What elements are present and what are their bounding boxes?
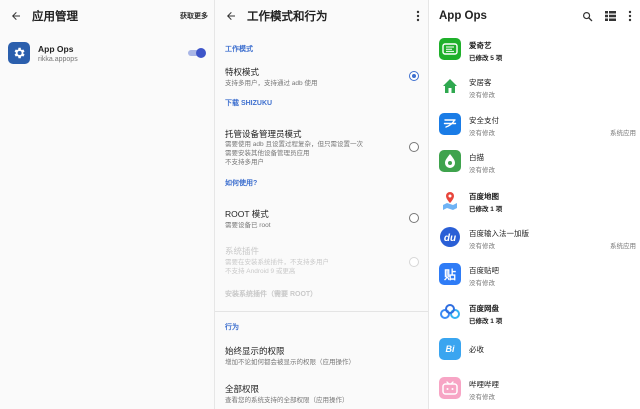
device-admin-line3: 不支持多用户	[225, 159, 264, 166]
app-name: App Ops	[38, 44, 74, 54]
system-app-tag: 系统应用	[610, 243, 636, 250]
app-row-baidu-input[interactable]: du 百度输入法一加版 没有修改 系统应用	[429, 219, 640, 255]
more-vert-icon[interactable]	[416, 10, 420, 22]
back-arrow-icon[interactable]	[0, 10, 32, 22]
section-behavior: 行为	[225, 324, 239, 331]
app-name: 哔哩哔哩	[469, 380, 499, 389]
app-name: 百度地图	[469, 192, 499, 201]
app-name: 爱奇艺	[469, 41, 492, 50]
app-row-baimiao[interactable]: 白描 没有修改	[429, 143, 640, 179]
search-icon[interactable]	[582, 11, 593, 22]
tieba-icon: 贴	[439, 263, 461, 285]
page-title: 应用管理	[32, 11, 78, 23]
iqiyi-icon	[439, 38, 461, 60]
back-arrow-icon[interactable]	[215, 10, 247, 22]
app-name: 百度输入法一加版	[469, 229, 529, 238]
app-management-pane: 应用管理 获取更多 App Ops rikka.appops	[0, 0, 214, 409]
privileged-mode-title[interactable]: 特权模式	[225, 66, 259, 78]
anjuke-icon	[439, 75, 461, 97]
app-row-baidu-map[interactable]: 百度地图 已修改 1 项	[429, 182, 640, 218]
app-row-baidu-netdisk[interactable]: 百度网盘 已修改 1 项	[429, 294, 640, 330]
baidu-map-icon	[439, 189, 461, 211]
install-plugin-link: 安装系统插件（需要 ROOT）	[225, 291, 318, 298]
app-ops-plugin-row[interactable]: App Ops rikka.appops	[0, 38, 214, 68]
download-shizuku-link[interactable]: 下载 SHIZUKU	[225, 98, 272, 108]
app-row-tieba[interactable]: 贴 百度贴吧 没有修改	[429, 256, 640, 292]
baimiao-icon	[439, 150, 461, 172]
page-title: 工作模式和行为	[247, 11, 328, 23]
app-row-bilibili[interactable]: 哔哩哔哩 没有修改	[429, 370, 640, 406]
app-row-iqiyi[interactable]: 爱奇艺 已修改 5 项	[429, 31, 640, 67]
device-admin-line2: 需要安装其他设备管理员应用	[225, 150, 310, 157]
app-name: 安全支付	[469, 116, 499, 125]
alipay-icon	[439, 113, 461, 135]
get-more-button[interactable]: 获取更多	[180, 11, 208, 21]
bishou-icon: Bi	[439, 338, 461, 360]
app-status: 没有修改	[469, 280, 495, 287]
section-work-mode: 工作模式	[225, 46, 253, 53]
privileged-mode-subtitle: 支持多用户，支持通过 adb 使用	[225, 80, 318, 87]
app-name: 白描	[469, 153, 484, 162]
app-row-secure-pay[interactable]: 安全支付 没有修改 系统应用	[429, 106, 640, 142]
system-plugin-radio	[409, 257, 419, 267]
toggle-knob	[196, 48, 206, 58]
device-admin-mode-radio[interactable]	[409, 142, 419, 152]
app-package: rikka.appops	[38, 56, 78, 63]
device-admin-mode-title[interactable]: 托管设备管理员模式	[225, 128, 302, 140]
app-row-anjuke[interactable]: 安居客 没有修改	[429, 68, 640, 104]
app-name: 百度贴吧	[469, 266, 499, 275]
app-ops-gear-icon	[8, 42, 30, 64]
page-title: App Ops	[439, 10, 487, 22]
app-name: 必收	[469, 345, 484, 354]
device-admin-line1: 需要使用 adb 且设置过程复杂，但只需设置一次	[225, 141, 363, 148]
svg-text:du: du	[444, 233, 456, 244]
app-status: 没有修改	[469, 243, 495, 250]
app-ops-toolbar: App Ops	[429, 0, 640, 32]
app-status: 已修改 1 项	[469, 206, 503, 213]
always-show-permissions-subtitle: 增加不论如何都会被显示的权限（应用操作）	[225, 359, 355, 366]
app-status: 没有修改	[469, 167, 495, 174]
root-mode-radio[interactable]	[409, 213, 419, 223]
app-status: 没有修改	[469, 92, 495, 99]
list-view-icon[interactable]	[605, 11, 616, 21]
app-row-bishou[interactable]: Bi 必收	[429, 331, 640, 367]
bilibili-icon	[439, 377, 461, 399]
system-plugin-line2: 不支持 Android 9 或更高	[225, 268, 296, 275]
how-to-use-link[interactable]: 如何使用?	[225, 178, 257, 188]
app-management-toolbar: 应用管理 获取更多	[0, 0, 214, 32]
app-status: 已修改 5 项	[469, 55, 503, 62]
enable-toggle[interactable]	[188, 48, 206, 58]
app-status: 没有修改	[469, 394, 495, 401]
baidu-input-icon: du	[439, 226, 461, 248]
work-mode-toolbar: 工作模式和行为	[215, 0, 428, 32]
baidu-netdisk-icon	[439, 301, 461, 323]
always-show-permissions-title[interactable]: 始终显示的权限	[225, 345, 285, 357]
root-mode-subtitle: 需要设备已 root	[225, 222, 271, 229]
section-divider	[215, 311, 428, 312]
app-ops-list-pane: App Ops 爱奇艺 已修改 5 项 安居客 没有修改 安全支付 没有修改 系	[428, 0, 640, 409]
privileged-mode-radio[interactable]	[409, 71, 419, 81]
app-name: 安居客	[469, 78, 492, 87]
all-permissions-subtitle: 查看您的系统支持的全部权限（应用操作）	[225, 397, 349, 404]
app-status: 已修改 1 项	[469, 318, 503, 325]
all-permissions-title[interactable]: 全部权限	[225, 383, 259, 395]
work-mode-pane: 工作模式和行为 工作模式 特权模式 支持多用户，支持通过 adb 使用 下载 S…	[214, 0, 428, 409]
app-status: 没有修改	[469, 130, 495, 137]
root-mode-title[interactable]: ROOT 模式	[225, 208, 269, 220]
system-plugin-line1: 需要在安装系统插件，不支持多用户	[225, 259, 329, 266]
system-plugin-title: 系统插件	[225, 246, 260, 256]
more-vert-icon[interactable]	[628, 10, 632, 22]
app-name: 百度网盘	[469, 304, 499, 313]
system-app-tag: 系统应用	[610, 130, 636, 137]
